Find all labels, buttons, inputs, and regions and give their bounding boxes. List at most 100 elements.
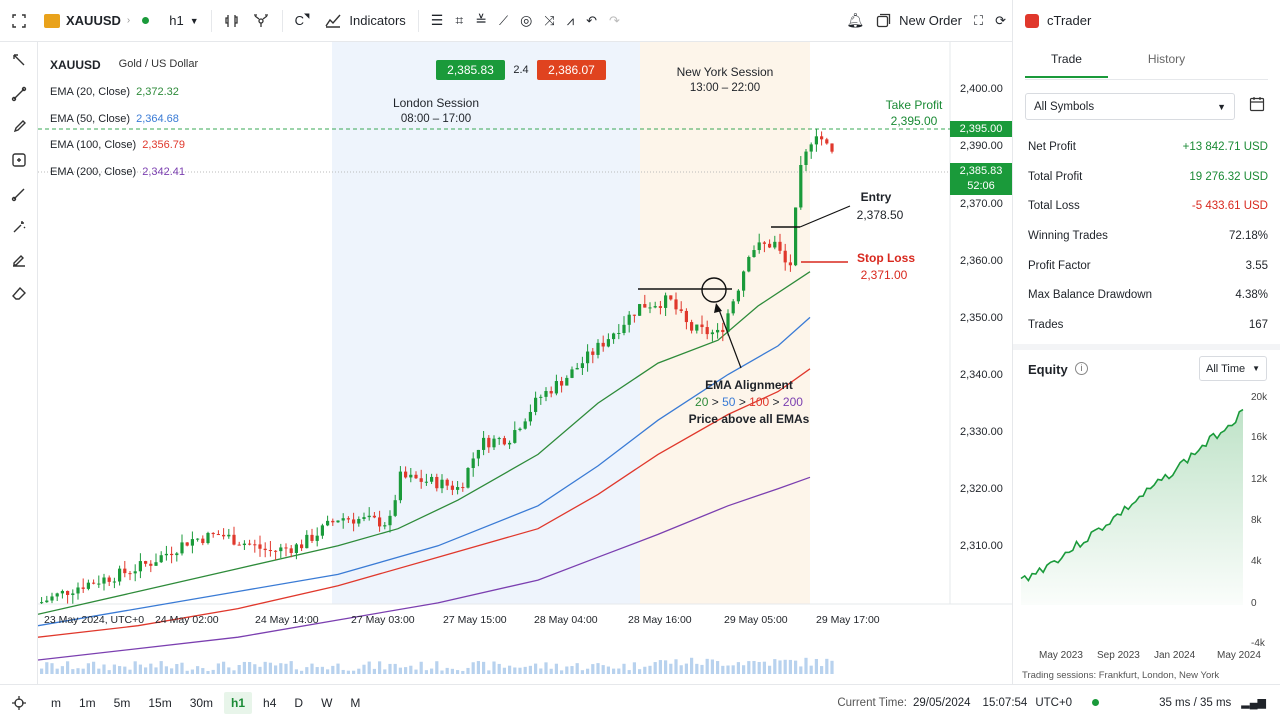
calendar-button[interactable] — [1249, 96, 1265, 115]
candle-body — [565, 377, 569, 386]
candle-body — [596, 342, 600, 355]
replay-button[interactable]: ⤨ — [538, 0, 560, 42]
sell-price-button[interactable]: 2,385.83 — [436, 60, 505, 80]
grid-button[interactable]: ⌗ — [449, 0, 469, 42]
candle-body — [674, 299, 678, 310]
current-time-label: Current Time: — [837, 696, 907, 709]
undo-button[interactable]: ↶ — [580, 0, 603, 42]
eraser-tool-icon[interactable] — [9, 284, 29, 304]
volume-bar — [492, 661, 496, 674]
buy-price-button[interactable]: 2,386.07 — [537, 60, 606, 80]
volume-bar — [300, 670, 304, 674]
candle-body — [513, 430, 517, 443]
tf-m[interactable]: m — [44, 692, 68, 714]
new-order-button[interactable]: New Order — [870, 0, 968, 42]
crosshair-settings-button[interactable] — [0, 695, 38, 710]
candle-body — [419, 478, 423, 482]
tf-mo[interactable]: M — [343, 692, 367, 714]
tab-trade[interactable]: Trade — [1025, 52, 1108, 78]
timeframe-selector[interactable]: h1 ▼ — [155, 0, 204, 42]
tf-1m[interactable]: 1m — [72, 692, 103, 714]
settings-list-button[interactable]: ≚ — [469, 0, 493, 42]
volume-bar — [570, 666, 574, 674]
equity-x-label: Jan 2024 — [1154, 650, 1196, 661]
candle-body — [45, 600, 49, 603]
ema100-legend[interactable]: EMA (100, Close) 2,356.79 — [50, 139, 185, 151]
magic-tool-icon[interactable] — [9, 217, 29, 237]
tf-d[interactable]: D — [287, 692, 310, 714]
indicators-button[interactable]: Indicators — [315, 0, 411, 42]
ema50-legend[interactable]: EMA (50, Close) 2,364.68 — [50, 113, 179, 125]
tf-w[interactable]: W — [314, 692, 339, 714]
volume-bar — [133, 661, 137, 674]
candle-body — [92, 582, 96, 584]
candle-body — [627, 314, 631, 325]
newyork-session-hours: 13:00 – 22:00 — [689, 82, 761, 94]
line-tool-icon[interactable] — [9, 50, 29, 70]
alerts-button[interactable]: 🔔︎ — [840, 0, 870, 42]
volume-bar — [632, 662, 636, 674]
candle-body — [466, 468, 470, 488]
candle-body — [679, 309, 683, 311]
volume-bar — [346, 670, 350, 674]
panel-title: cTrader — [1047, 13, 1092, 28]
equity-y-label: 4k — [1251, 556, 1262, 567]
tf-h4[interactable]: h4 — [256, 692, 283, 714]
volume-bar — [237, 664, 241, 674]
tab-history[interactable]: History — [1125, 52, 1208, 78]
chart-type-button[interactable] — [218, 0, 246, 42]
legend-description: Gold / US Dollar — [118, 58, 199, 70]
measure-tool-icon[interactable] — [9, 150, 29, 170]
range-select[interactable]: All Time ▼ — [1199, 356, 1267, 381]
tf-15m[interactable]: 15m — [141, 692, 178, 714]
pencil-tool-icon[interactable] — [9, 250, 29, 270]
new-order-icon — [876, 13, 891, 28]
alert-target-button[interactable]: ◎ — [514, 0, 538, 42]
volume-bar — [783, 659, 787, 674]
legend-symbol: XAUUSD — [50, 58, 101, 72]
detach-button[interactable]: ⛶ — [968, 0, 989, 42]
volume-bar — [695, 663, 699, 674]
trendline-tool-icon[interactable] — [9, 84, 29, 104]
list-button[interactable]: ☰ — [425, 0, 450, 42]
volume-bar — [461, 670, 465, 674]
tf-h1[interactable]: h1 — [224, 691, 253, 714]
candle-body — [830, 143, 834, 152]
expand-icon — [12, 13, 26, 28]
ray-tool-icon[interactable] — [9, 184, 29, 204]
refresh-button[interactable]: ⟳ — [989, 0, 1012, 42]
time-axis-label: 23 May 2024, UTC+0 — [44, 614, 145, 626]
volume-bar — [310, 663, 314, 674]
signal-button[interactable]: ⩘ — [561, 0, 580, 42]
live-dot — [136, 0, 155, 42]
compare-button[interactable] — [246, 0, 276, 42]
volume-bar — [372, 668, 376, 674]
volume-bar — [274, 665, 278, 674]
symbol-selector[interactable]: XAUUSD › — [38, 0, 136, 42]
volume-bar — [788, 659, 792, 674]
c-button[interactable]: C ◥ — [289, 0, 316, 42]
chart-area[interactable]: XAUUSD Gold / US Dollar EMA (20, Close) 2… — [38, 42, 1012, 684]
pattern-button[interactable]: ⟋ — [493, 0, 514, 42]
price-axis-label: 2,340.00 — [960, 369, 1003, 381]
spread-label: 2.4 — [513, 64, 529, 76]
brush-tool-icon[interactable] — [9, 117, 29, 137]
tf-5m[interactable]: 5m — [107, 692, 138, 714]
volume-bar — [60, 666, 64, 674]
candle-body — [747, 257, 751, 272]
ema-alignment-title: EMA Alignment — [705, 378, 793, 392]
info-icon[interactable]: i — [1075, 362, 1088, 375]
symbol-filter-select[interactable]: All Symbols ▼ — [1025, 93, 1235, 120]
ema20-legend[interactable]: EMA (20, Close) 2,372.32 — [50, 86, 179, 98]
candle-body — [778, 241, 782, 251]
volume-bar — [86, 663, 90, 674]
candle-body — [112, 581, 116, 583]
fullscreen-button[interactable] — [0, 0, 38, 42]
redo-button[interactable]: ↷ — [603, 0, 626, 42]
tf-30m[interactable]: 30m — [183, 692, 220, 714]
candle-body — [648, 307, 652, 309]
time-axis-label: 27 May 15:00 — [443, 614, 507, 626]
divider — [281, 9, 283, 32]
candle-body — [222, 534, 226, 537]
ema200-legend[interactable]: EMA (200, Close) 2,342.41 — [50, 166, 185, 178]
